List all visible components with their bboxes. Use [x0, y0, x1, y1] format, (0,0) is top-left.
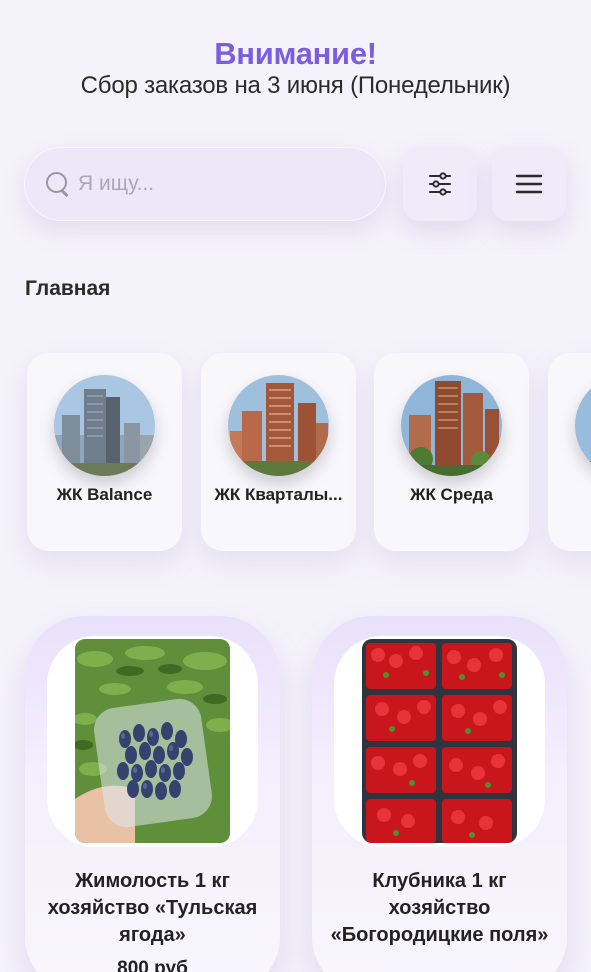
complex-label: ЖК Среда: [410, 485, 493, 504]
product-photo: [75, 639, 230, 843]
search-input[interactable]: [78, 172, 358, 196]
complex-card-kvartaly[interactable]: ЖК Кварталы...: [201, 353, 356, 551]
app-screen: Внимание! Сбор заказов на 3 июня (Понеде…: [0, 0, 591, 972]
sliders-icon: [429, 172, 451, 196]
complex-photo: [54, 375, 155, 476]
filter-button[interactable]: [403, 147, 477, 221]
product-image-frame: [47, 636, 258, 847]
notice-subtitle: Сбор заказов на 3 июня (Понедельник): [80, 72, 511, 99]
complex-photo: [401, 375, 502, 476]
menu-button[interactable]: [492, 147, 566, 221]
complex-label: ЖК Кварталы...: [214, 485, 343, 504]
search-bar[interactable]: [24, 147, 386, 221]
section-title: Главная: [25, 277, 111, 300]
complex-card-partial[interactable]: Ми: [548, 353, 591, 551]
complex-photo: [228, 375, 329, 476]
product-photo: [362, 639, 517, 843]
complex-label: ЖК Balance: [56, 485, 153, 504]
hamburger-menu-icon: [515, 174, 543, 194]
complex-card-sreda[interactable]: ЖК Среда: [374, 353, 529, 551]
complex-photo: [575, 375, 591, 476]
product-card-honeysuckle[interactable]: Жимолость 1 кг хозяйство «Тульская ягода…: [25, 616, 280, 972]
product-price: 800 руб: [117, 958, 188, 972]
notice-title: Внимание!: [214, 36, 377, 71]
product-image-frame: [334, 636, 545, 847]
search-icon: [44, 170, 72, 198]
product-card-strawberry[interactable]: Клубника 1 кг хозяйство «Богородицкие по…: [312, 616, 567, 972]
complex-card-balance[interactable]: ЖК Balance: [27, 353, 182, 551]
product-name: Клубника 1 кг хозяйство «Богородицкие по…: [330, 870, 549, 946]
complex-label: Ми: [552, 507, 591, 528]
product-name: Жимолость 1 кг хозяйство «Тульская ягода…: [47, 870, 258, 946]
